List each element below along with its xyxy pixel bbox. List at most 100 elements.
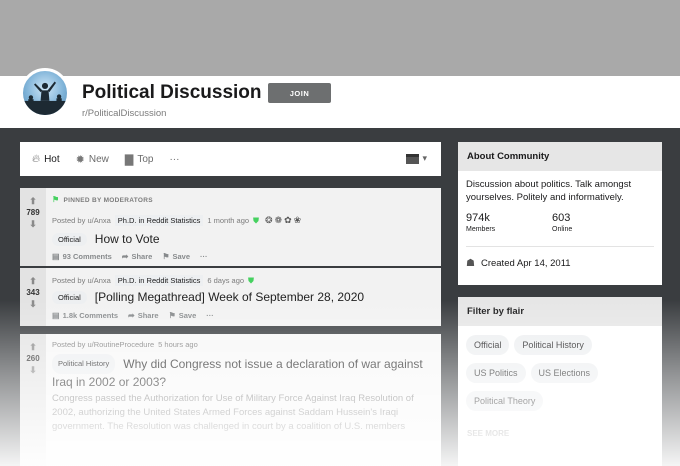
members-count: 974k [466, 212, 490, 224]
bookmark-icon: ⚑ [168, 311, 176, 320]
posted-by[interactable]: Posted by u/Anxa [52, 216, 111, 225]
flair-filter-us-elections[interactable]: US Elections [530, 363, 599, 383]
sort-top-label: Top [137, 153, 154, 165]
sort-new-label: New [88, 153, 109, 165]
posted-by[interactable]: Posted by u/Anxa [52, 276, 111, 285]
share-icon: ➦ [128, 311, 135, 320]
sort-hot-button[interactable]: 🔥︎ Hot [32, 153, 60, 166]
flair-filter-heading: Filter by flair [458, 297, 662, 326]
sort-bar: 🔥︎ Hot ✹ New ▇ Top ··· ▾ [20, 142, 441, 176]
save-button[interactable]: ⚑ Save [162, 252, 190, 261]
comments-button[interactable]: ▤ 93 Comments [52, 252, 112, 261]
post-body: Congress passed the Authorization for Us… [52, 393, 414, 432]
save-label: Save [172, 252, 191, 261]
join-button[interactable]: JOIN [268, 83, 331, 103]
comments-button[interactable]: ▤ 1.8k Comments [52, 311, 118, 320]
filter-by-flair-card: Filter by flair Official Political Histo… [458, 297, 662, 466]
upvote-icon[interactable]: ⬆ [29, 196, 37, 206]
about-divider [466, 246, 654, 247]
post-card[interactable]: ⬆ 343 ⬇ Posted by u/Anxa Ph.D. in Reddit… [20, 268, 441, 326]
sort-hot-label: Hot [44, 153, 60, 165]
share-label: Share [131, 252, 153, 261]
vote-count: 260 [26, 354, 40, 363]
share-button[interactable]: ➦ Share [128, 311, 159, 320]
post-card[interactable]: ⬆ 260 ⬇ Posted by u/RoutineProcedure 5 h… [20, 334, 441, 466]
vote-column: ⬆ 260 ⬇ [20, 334, 46, 466]
flair-filter-list: Official Political History US Politics U… [466, 335, 660, 419]
subreddit-avatar[interactable] [20, 68, 70, 118]
bookmark-icon: ⚑ [162, 252, 170, 261]
share-button[interactable]: ➦ Share [122, 252, 153, 261]
post-title[interactable]: [Polling Megathread] Week of September 2… [95, 290, 364, 304]
awards-icon[interactable]: ❂❁✿❀ [265, 215, 303, 226]
about-heading: About Community [458, 142, 662, 171]
layout-toggle[interactable]: ▾ [406, 153, 427, 164]
vote-column: ⬆ 789 ⬇ [20, 188, 46, 266]
sort-top-button[interactable]: ▇ Top [125, 153, 154, 166]
post-time[interactable]: 5 hours ago [158, 340, 198, 349]
chevron-down-icon: ▾ [422, 153, 427, 163]
upvote-icon[interactable]: ⬆ [29, 276, 37, 286]
post-title-row: Political History Why did Congress not is… [52, 354, 432, 390]
upvote-icon[interactable]: ⬆ [29, 342, 37, 352]
cake-icon: ☗ [466, 258, 475, 269]
post-actions: ▤ 1.8k Comments ➦ Share ⚑ Save ··· [52, 311, 224, 320]
save-button[interactable]: ⚑ Save [169, 311, 197, 320]
comments-count: 1.8k Comments [62, 311, 118, 320]
card-layout-icon [406, 153, 420, 164]
share-icon: ➦ [121, 252, 129, 261]
post-flair[interactable]: Official [52, 232, 87, 246]
sparkle-icon: ✹ [75, 153, 85, 166]
share-label: Share [137, 311, 159, 320]
sort-new-button[interactable]: ✹ New [76, 153, 109, 166]
see-more-button[interactable]: SEE MORE [467, 429, 509, 438]
pin-icon: ⚑ [52, 195, 60, 204]
user-flair: Ph.D. in Reddit Statistics [114, 215, 204, 226]
subreddit-title: Political Discussion [82, 82, 262, 103]
comment-icon: ▤ [52, 311, 60, 320]
downvote-icon[interactable]: ⬇ [29, 219, 37, 229]
post-time[interactable]: 1 month ago [207, 216, 249, 225]
pinned-label: ⚑ PINNED BY MODERATORS [52, 195, 153, 204]
user-flair: Ph.D. in Reddit Statistics [114, 275, 204, 286]
post-card[interactable]: ⬆ 789 ⬇ ⚑ PINNED BY MODERATORS Posted by … [20, 188, 441, 266]
post-meta: Posted by u/Anxa Ph.D. in Reddit Statist… [52, 215, 303, 226]
post-more-button[interactable]: ··· [200, 252, 208, 261]
created-text: Created Apr 14, 2011 [480, 258, 571, 269]
post-title[interactable]: How to Vote [95, 232, 160, 246]
bar-chart-icon: ▇ [124, 153, 134, 166]
post-meta: Posted by u/Anxa Ph.D. in Reddit Statist… [52, 275, 254, 286]
comment-icon: ▤ [52, 252, 60, 261]
protest-silhouette-icon [23, 81, 67, 115]
post-more-button[interactable]: ··· [206, 311, 214, 320]
members-label: Members [466, 226, 496, 233]
downvote-icon[interactable]: ⬇ [29, 365, 37, 375]
flair-filter-official[interactable]: Official [466, 335, 510, 355]
posted-by[interactable]: Posted by u/RoutineProcedure [52, 340, 154, 349]
online-label: Online [552, 226, 573, 233]
post-title-row: Official [Polling Megathread] Week of Se… [52, 290, 364, 304]
post-flair[interactable]: Political History [52, 354, 116, 374]
about-description: Discussion about politics. Talk amongst … [466, 179, 632, 203]
sort-more-button[interactable]: ··· [169, 154, 179, 165]
vote-count: 789 [26, 208, 40, 217]
flair-filter-us-politics[interactable]: US Politics [466, 363, 526, 383]
post-title-row: Official How to Vote [52, 232, 160, 246]
mod-shield-icon: ⛊ [248, 275, 255, 285]
subreddit-name: r/PoliticalDiscussion [82, 108, 167, 119]
subreddit-banner [0, 0, 680, 76]
pinned-text: PINNED BY MODERATORS [63, 197, 153, 204]
vote-column: ⬆ 343 ⬇ [20, 268, 46, 326]
post-flair[interactable]: Official [52, 290, 87, 304]
downvote-icon[interactable]: ⬇ [29, 299, 37, 309]
post-actions: ▤ 93 Comments ➦ Share ⚑ Save ··· [52, 252, 218, 261]
flair-filter-political-theory[interactable]: Political Theory [466, 391, 544, 411]
created-date: ☗ Created Apr 14, 2011 [466, 258, 571, 269]
about-community-card: About Community Discussion about politic… [458, 142, 662, 285]
flair-filter-political-history[interactable]: Political History [514, 335, 592, 355]
post-time[interactable]: 6 days ago [207, 276, 244, 285]
flame-icon: 🔥︎ [32, 152, 41, 165]
members-stat: 974k Members [466, 212, 495, 233]
post-meta: Posted by u/RoutineProcedure 5 hours ago [52, 340, 198, 349]
save-label: Save [178, 311, 197, 320]
